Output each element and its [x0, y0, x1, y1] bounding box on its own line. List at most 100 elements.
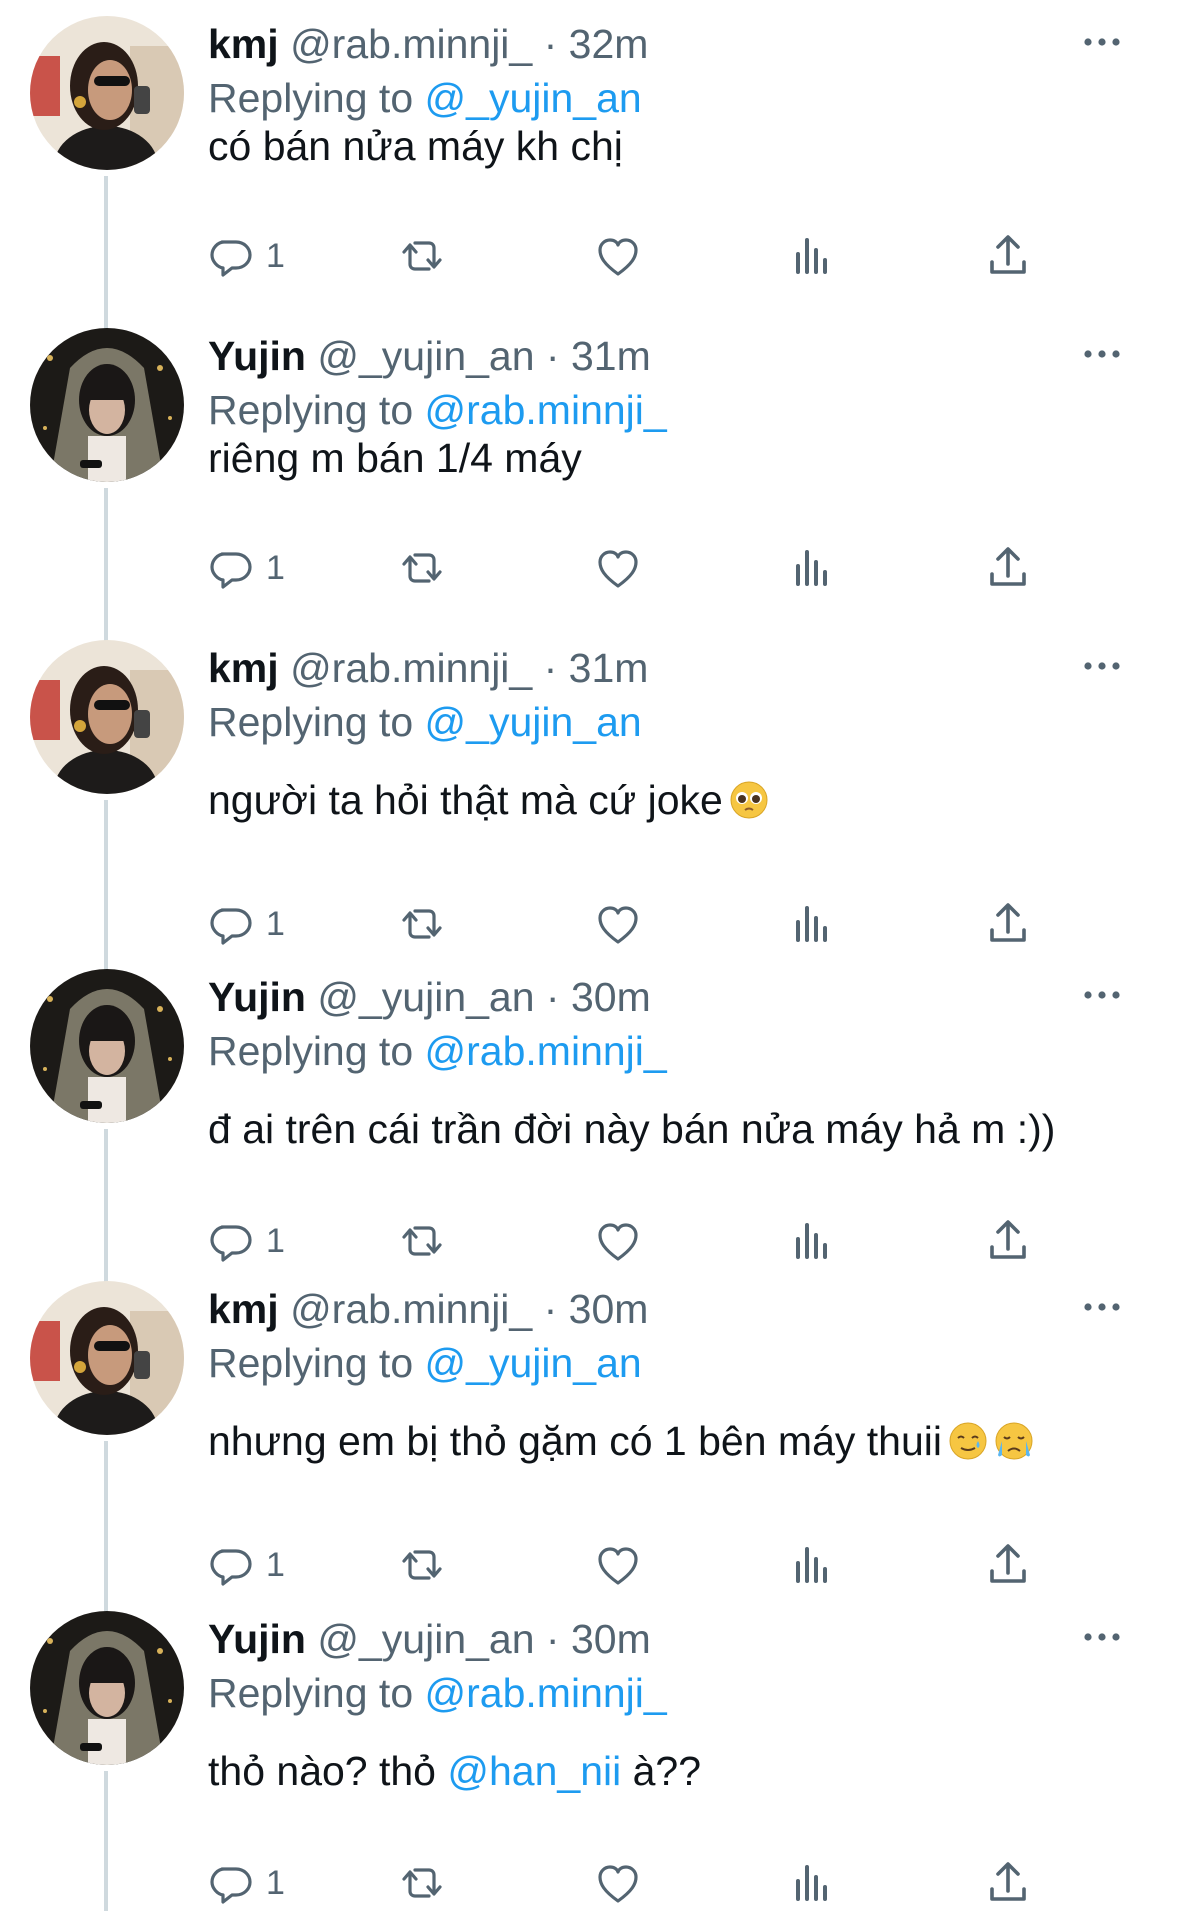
timestamp[interactable]: 30m	[571, 974, 651, 1020]
handle[interactable]: @_yujin_an	[317, 974, 534, 1020]
share-icon	[990, 1862, 1026, 1901]
handle[interactable]: @_yujin_an	[317, 1616, 534, 1662]
share-icon	[990, 547, 1026, 586]
avatar[interactable]	[30, 969, 184, 1123]
reply-button[interactable]: 1	[208, 894, 285, 954]
replying-to-mention[interactable]: @_yujin_an	[425, 699, 642, 745]
tweet-text-mention[interactable]: @han_nii	[447, 1748, 621, 1794]
share-icon	[990, 235, 1026, 274]
reply-button[interactable]: 1	[208, 1211, 285, 1271]
handle[interactable]: @rab.minnji_	[290, 21, 532, 67]
handle[interactable]: @rab.minnji_	[290, 1286, 532, 1332]
views-button[interactable]	[788, 1853, 836, 1913]
replying-to: Replying to @_yujin_an	[208, 1337, 642, 1389]
tweet-header: kmj @rab.minnji_ · 32m	[208, 18, 648, 70]
timestamp[interactable]: 31m	[569, 645, 649, 691]
share-icon	[990, 903, 1026, 942]
replying-to-mention[interactable]: @rab.minnji_	[425, 1028, 667, 1074]
tweet-text: thỏ nào? thỏ @han_nii à??	[208, 1745, 701, 1797]
views-button[interactable]	[788, 1535, 836, 1595]
replying-prefix: Replying to	[208, 1340, 414, 1386]
thread-line	[104, 1771, 108, 1911]
retweet-icon	[402, 1550, 442, 1580]
timestamp[interactable]: 30m	[571, 1616, 651, 1662]
like-button[interactable]	[594, 538, 642, 598]
replying-to: Replying to @_yujin_an	[208, 72, 642, 124]
share-button[interactable]	[984, 1211, 1032, 1271]
share-button[interactable]	[984, 1853, 1032, 1913]
timestamp[interactable]: 31m	[571, 333, 651, 379]
reply-icon	[210, 1225, 252, 1262]
retweet-button[interactable]	[398, 1211, 446, 1271]
like-button[interactable]	[594, 1535, 642, 1595]
handle[interactable]: @rab.minnji_	[290, 645, 532, 691]
display-name[interactable]: Yujin	[208, 1616, 306, 1662]
views-button[interactable]	[788, 894, 836, 954]
more-icon[interactable]	[1080, 975, 1124, 1015]
crying-face-emoji	[995, 1422, 1033, 1460]
tweet-text: có bán nửa máy kh chị	[208, 120, 623, 172]
replying-to-mention[interactable]: @rab.minnji_	[425, 1670, 667, 1716]
retweet-button[interactable]	[398, 1853, 446, 1913]
handle[interactable]: @_yujin_an	[317, 333, 534, 379]
retweet-button[interactable]	[398, 538, 446, 598]
tweet-text-body: có bán nửa máy kh chị	[208, 123, 623, 169]
display-name[interactable]: kmj	[208, 645, 279, 691]
reply-button[interactable]: 1	[208, 1535, 285, 1595]
timestamp[interactable]: 32m	[569, 21, 649, 67]
tweet-text-tail: à??	[621, 1748, 702, 1794]
display-name[interactable]: Yujin	[208, 333, 306, 379]
tweet-text-body: riêng m bán 1/4 máy	[208, 435, 582, 481]
tweet-text: nhưng em bị thỏ gặm có 1 bên máy thuii	[208, 1415, 1034, 1467]
share-button[interactable]	[984, 894, 1032, 954]
thread-line	[104, 800, 108, 979]
reply-button[interactable]: 1	[208, 226, 285, 286]
avatar[interactable]	[30, 1281, 184, 1435]
replying-prefix: Replying to	[208, 75, 414, 121]
thread-line	[104, 1129, 108, 1291]
like-button[interactable]	[594, 226, 642, 286]
replying-prefix: Replying to	[208, 699, 414, 745]
retweet-icon	[402, 241, 442, 271]
display-name[interactable]: kmj	[208, 1286, 279, 1332]
action-bar: 1	[208, 226, 1048, 286]
more-icon[interactable]	[1080, 1617, 1124, 1657]
more-icon[interactable]	[1080, 646, 1124, 686]
reply-thread: kmj @rab.minnji_ · 32m Replying to @_yuji…	[0, 0, 1179, 1911]
more-icon[interactable]	[1080, 22, 1124, 62]
views-icon	[796, 906, 827, 942]
timestamp[interactable]: 30m	[569, 1286, 649, 1332]
replying-to-mention[interactable]: @_yujin_an	[425, 75, 642, 121]
share-button[interactable]	[984, 538, 1032, 598]
avatar[interactable]	[30, 1611, 184, 1765]
replying-to-mention[interactable]: @rab.minnji_	[425, 387, 667, 433]
share-button[interactable]	[984, 226, 1032, 286]
retweet-button[interactable]	[398, 1535, 446, 1595]
reply-button[interactable]: 1	[208, 1853, 285, 1913]
reply-button[interactable]: 1	[208, 538, 285, 598]
display-name[interactable]: Yujin	[208, 974, 306, 1020]
more-icon[interactable]	[1080, 334, 1124, 374]
reply-icon	[210, 1867, 252, 1904]
like-button[interactable]	[594, 1211, 642, 1271]
views-button[interactable]	[788, 538, 836, 598]
like-button[interactable]	[594, 894, 642, 954]
views-button[interactable]	[788, 226, 836, 286]
display-name[interactable]: kmj	[208, 21, 279, 67]
retweet-button[interactable]	[398, 226, 446, 286]
avatar[interactable]	[30, 640, 184, 794]
share-button[interactable]	[984, 1535, 1032, 1595]
more-icon[interactable]	[1080, 1287, 1124, 1327]
share-icon	[990, 1220, 1026, 1259]
reply-count: 1	[266, 904, 285, 943]
action-bar: 1	[208, 538, 1048, 598]
replying-to-mention[interactable]: @_yujin_an	[425, 1340, 642, 1386]
action-bar: 1	[208, 1853, 1048, 1913]
retweet-button[interactable]	[398, 894, 446, 954]
like-button[interactable]	[594, 1853, 642, 1913]
action-bar: 1	[208, 894, 1048, 954]
reply-icon	[210, 1549, 252, 1586]
views-button[interactable]	[788, 1211, 836, 1271]
avatar[interactable]	[30, 328, 184, 482]
avatar[interactable]	[30, 16, 184, 170]
